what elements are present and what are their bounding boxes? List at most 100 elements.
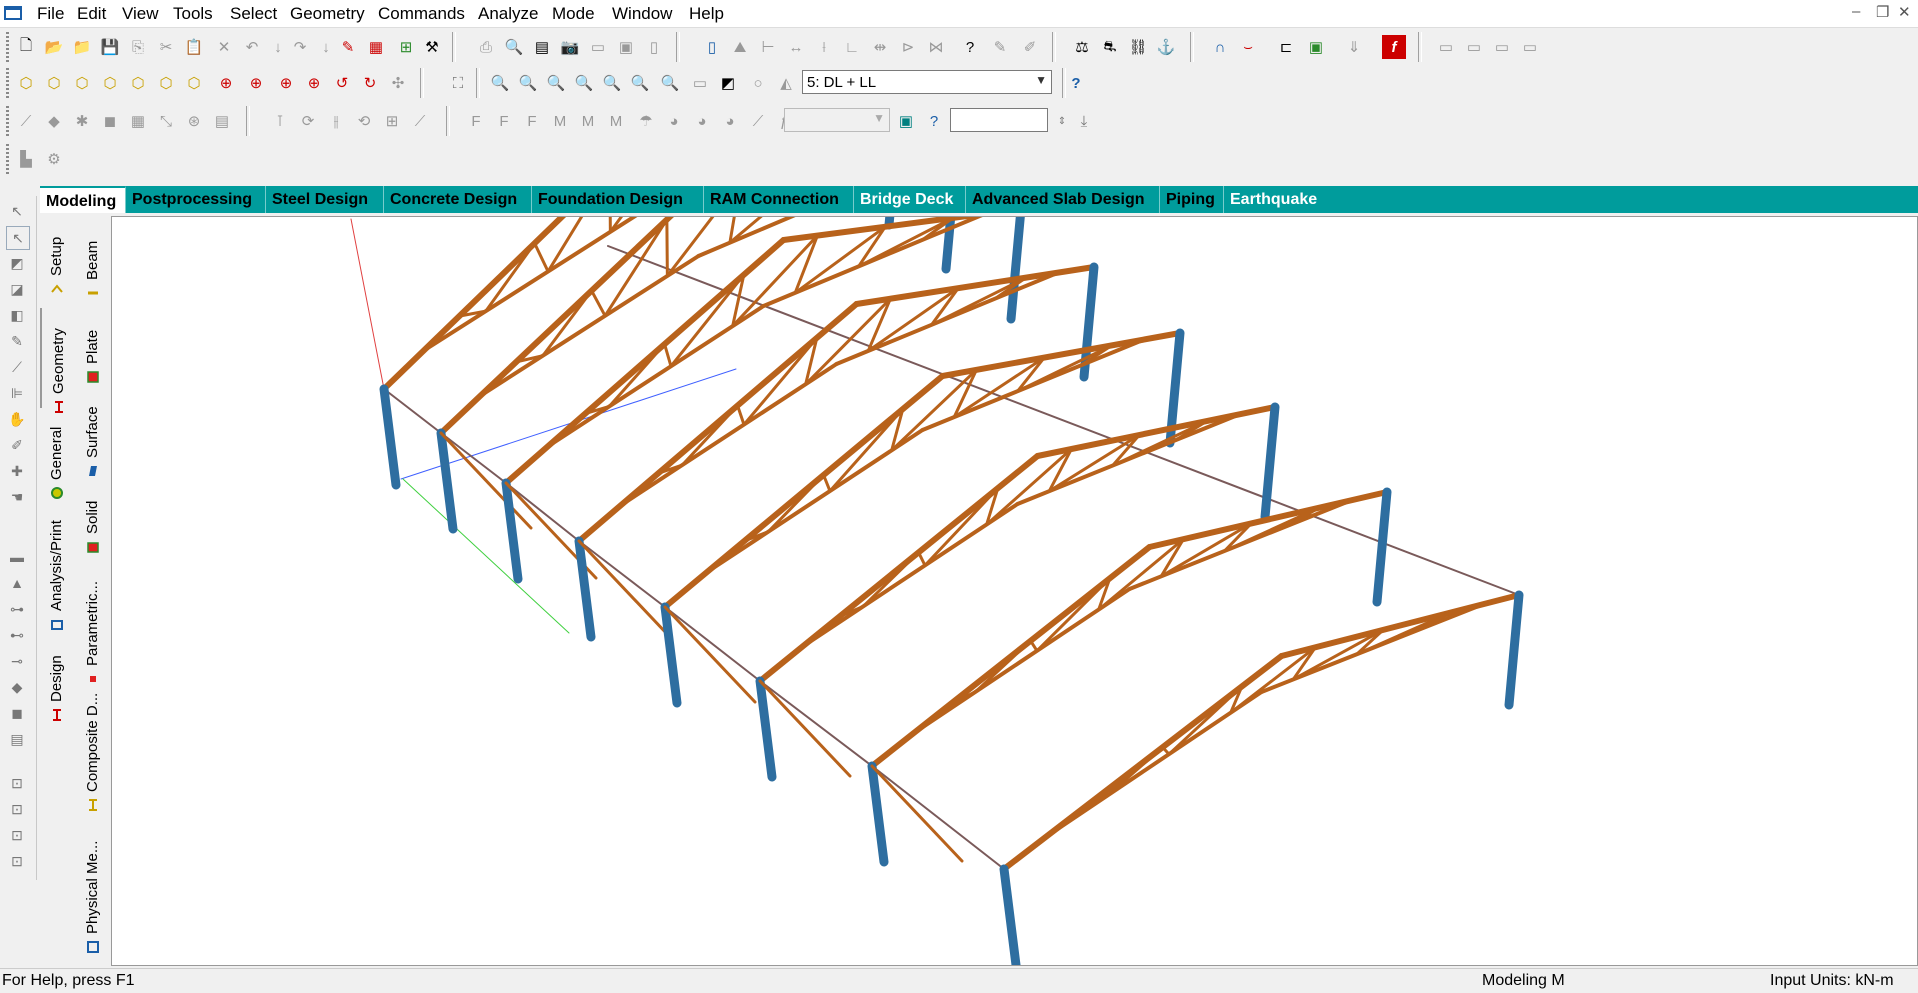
camera-icon[interactable]: 📷 <box>558 35 582 59</box>
vtab-analysis-print[interactable]: Analysis/Print <box>40 516 74 636</box>
erase-icon[interactable]: ◼ <box>6 702 28 724</box>
menu-window[interactable]: Window <box>612 4 672 24</box>
dynamic-rotate-icon[interactable]: ✣ <box>386 71 410 95</box>
mirror-icon[interactable]: ⫲ <box>324 109 348 133</box>
screen-icon[interactable]: ▣ <box>894 109 918 133</box>
load-arrow-icon[interactable]: ⇓ <box>1342 35 1366 59</box>
menu-commands[interactable]: Commands <box>378 4 465 24</box>
stress-icon[interactable]: ◕ <box>662 109 686 133</box>
select-pen-icon[interactable]: ✐ <box>6 434 28 456</box>
picture-icon[interactable]: ▭ <box>586 35 610 59</box>
scale-input[interactable] <box>950 108 1048 132</box>
model-viewport[interactable] <box>111 216 1918 966</box>
view-left-icon[interactable]: ⬡ <box>70 71 94 95</box>
add-surface-icon[interactable]: ◼ <box>98 109 122 133</box>
menu-select[interactable]: Select <box>230 4 277 24</box>
spinner-icon[interactable]: ⇕ <box>1050 109 1074 133</box>
redo-dropdown-icon[interactable]: ↓ <box>314 35 338 59</box>
vtab-design[interactable]: Design <box>40 648 74 728</box>
menu-view[interactable]: View <box>122 4 159 24</box>
window-share-icon[interactable]: ▭ <box>1518 35 1542 59</box>
beam-info-icon[interactable]: ⋈ <box>924 35 948 59</box>
report-icon[interactable]: ▤ <box>530 35 554 59</box>
run-analysis-icon[interactable]: ✎ <box>336 35 360 59</box>
zoom-out-icon[interactable]: 🔍 <box>572 71 596 95</box>
span-icon[interactable]: ⇹ <box>868 35 892 59</box>
magnify-icon[interactable]: ○ <box>746 71 770 95</box>
vtab-composite[interactable]: Composite D... <box>76 693 110 811</box>
vtab-solid[interactable]: Solid <box>76 488 110 568</box>
toolbar-grip[interactable] <box>6 106 9 136</box>
stretch-icon[interactable]: ⟋ <box>408 109 432 133</box>
vtab-plate[interactable]: Plate <box>76 308 110 388</box>
supports-icon[interactable]: ⚓ <box>1154 35 1178 59</box>
tab-foundation-design[interactable]: Foundation Design <box>532 186 704 213</box>
view-right-icon[interactable]: ⬡ <box>98 71 122 95</box>
toolbar-grip[interactable] <box>6 32 9 62</box>
rotate-up-icon[interactable]: ⊕ <box>214 71 238 95</box>
loads-icon[interactable]: ⛐ <box>1098 35 1122 59</box>
node-dist-icon[interactable]: ⟊ <box>812 35 836 59</box>
comment-icon[interactable]: ⊡ <box>6 824 28 846</box>
query-icon[interactable]: ? <box>958 35 982 59</box>
structure-diagram-icon[interactable]: ⚖ <box>1070 35 1094 59</box>
vtab-geometry[interactable]: Geometry <box>40 308 76 413</box>
export-icon[interactable]: ▣ <box>614 35 638 59</box>
tab-modeling[interactable]: Modeling <box>40 186 126 213</box>
menu-tools[interactable]: Tools <box>173 4 213 24</box>
window-icon[interactable]: ▭ <box>1434 35 1458 59</box>
zoom-previous-icon[interactable]: 🔍 <box>600 71 624 95</box>
zoom-window-icon[interactable]: 🔍 <box>488 71 512 95</box>
zoom-dynamic-icon[interactable]: 🔍 <box>628 71 652 95</box>
menu-edit[interactable]: Edit <box>77 4 106 24</box>
zoom-all-icon[interactable]: 🔍 <box>516 71 540 95</box>
function-icon[interactable]: f <box>1382 35 1406 59</box>
delete-icon[interactable]: ✕ <box>212 35 236 59</box>
tab-concrete-design[interactable]: Concrete Design <box>384 186 532 213</box>
minimize-button[interactable]: – <box>1852 3 1860 20</box>
view-bottom-icon[interactable]: ⬡ <box>154 71 178 95</box>
rotate-geometry-icon[interactable]: ⟳ <box>296 109 320 133</box>
print-icon[interactable]: ⎙ <box>474 35 498 59</box>
add-beam-icon[interactable]: ⟋ <box>14 109 38 133</box>
my-icon[interactable]: M <box>576 109 600 133</box>
structure-icon[interactable]: ⛰ <box>728 35 752 59</box>
view-back-icon[interactable]: ⬡ <box>42 71 66 95</box>
rotate-left-icon[interactable]: ⊕ <box>274 71 298 95</box>
note-icon[interactable]: ⊡ <box>6 850 28 872</box>
add-node-icon[interactable]: ✱ <box>70 109 94 133</box>
deflect-icon[interactable]: ⟋ <box>746 109 770 133</box>
help-icon[interactable]: ? <box>1064 71 1088 95</box>
tab-bridge-deck[interactable]: Bridge Deck <box>854 186 966 213</box>
render-icon[interactable]: ◭ <box>774 71 798 95</box>
query-box-icon[interactable]: ? <box>922 109 946 133</box>
window-open-icon[interactable]: ▭ <box>1462 35 1486 59</box>
open-folder-icon[interactable]: 📂 <box>42 35 66 59</box>
select-solid-icon[interactable]: ◧ <box>6 304 28 326</box>
menu-analyze[interactable]: Analyze <box>478 4 538 24</box>
connect-icon[interactable]: ⊶ <box>6 598 28 620</box>
dimension-icon[interactable]: ⊢ <box>756 35 780 59</box>
tool-a-icon[interactable]: ▙ <box>14 147 38 171</box>
view-front-icon[interactable]: ⬡ <box>14 71 38 95</box>
shear-icon[interactable]: ☂ <box>634 109 658 133</box>
rotate-right-icon[interactable]: ⊕ <box>302 71 326 95</box>
restore-button[interactable]: ❐ <box>1876 3 1889 21</box>
section-icon[interactable]: ⊏ <box>1274 35 1298 59</box>
move-icon[interactable]: ⟲ <box>352 109 376 133</box>
select-surface-icon[interactable]: ◪ <box>6 278 28 300</box>
result-type-select[interactable]: ▼ <box>784 108 890 132</box>
select-group-icon[interactable]: ✋ <box>6 408 28 430</box>
display-icon[interactable]: ◩ <box>716 71 740 95</box>
load-case-select[interactable]: 5: DL + LL ▼ <box>802 70 1052 94</box>
add-plate-icon[interactable]: ◆ <box>42 109 66 133</box>
measure-icon[interactable]: ↔ <box>784 35 808 59</box>
tab-postprocessing[interactable]: Postprocessing <box>126 186 266 213</box>
members-icon[interactable]: ⛓ <box>1126 35 1150 59</box>
merge-icon[interactable]: ⊸ <box>6 650 28 672</box>
pen-icon[interactable]: ✐ <box>1018 35 1042 59</box>
paste-icon[interactable]: 📋 <box>182 35 206 59</box>
select-parallel-icon[interactable]: ⊫ <box>6 382 28 404</box>
vtab-parametric[interactable]: Parametric... <box>76 578 110 688</box>
break-icon[interactable]: ⊷ <box>6 624 28 646</box>
